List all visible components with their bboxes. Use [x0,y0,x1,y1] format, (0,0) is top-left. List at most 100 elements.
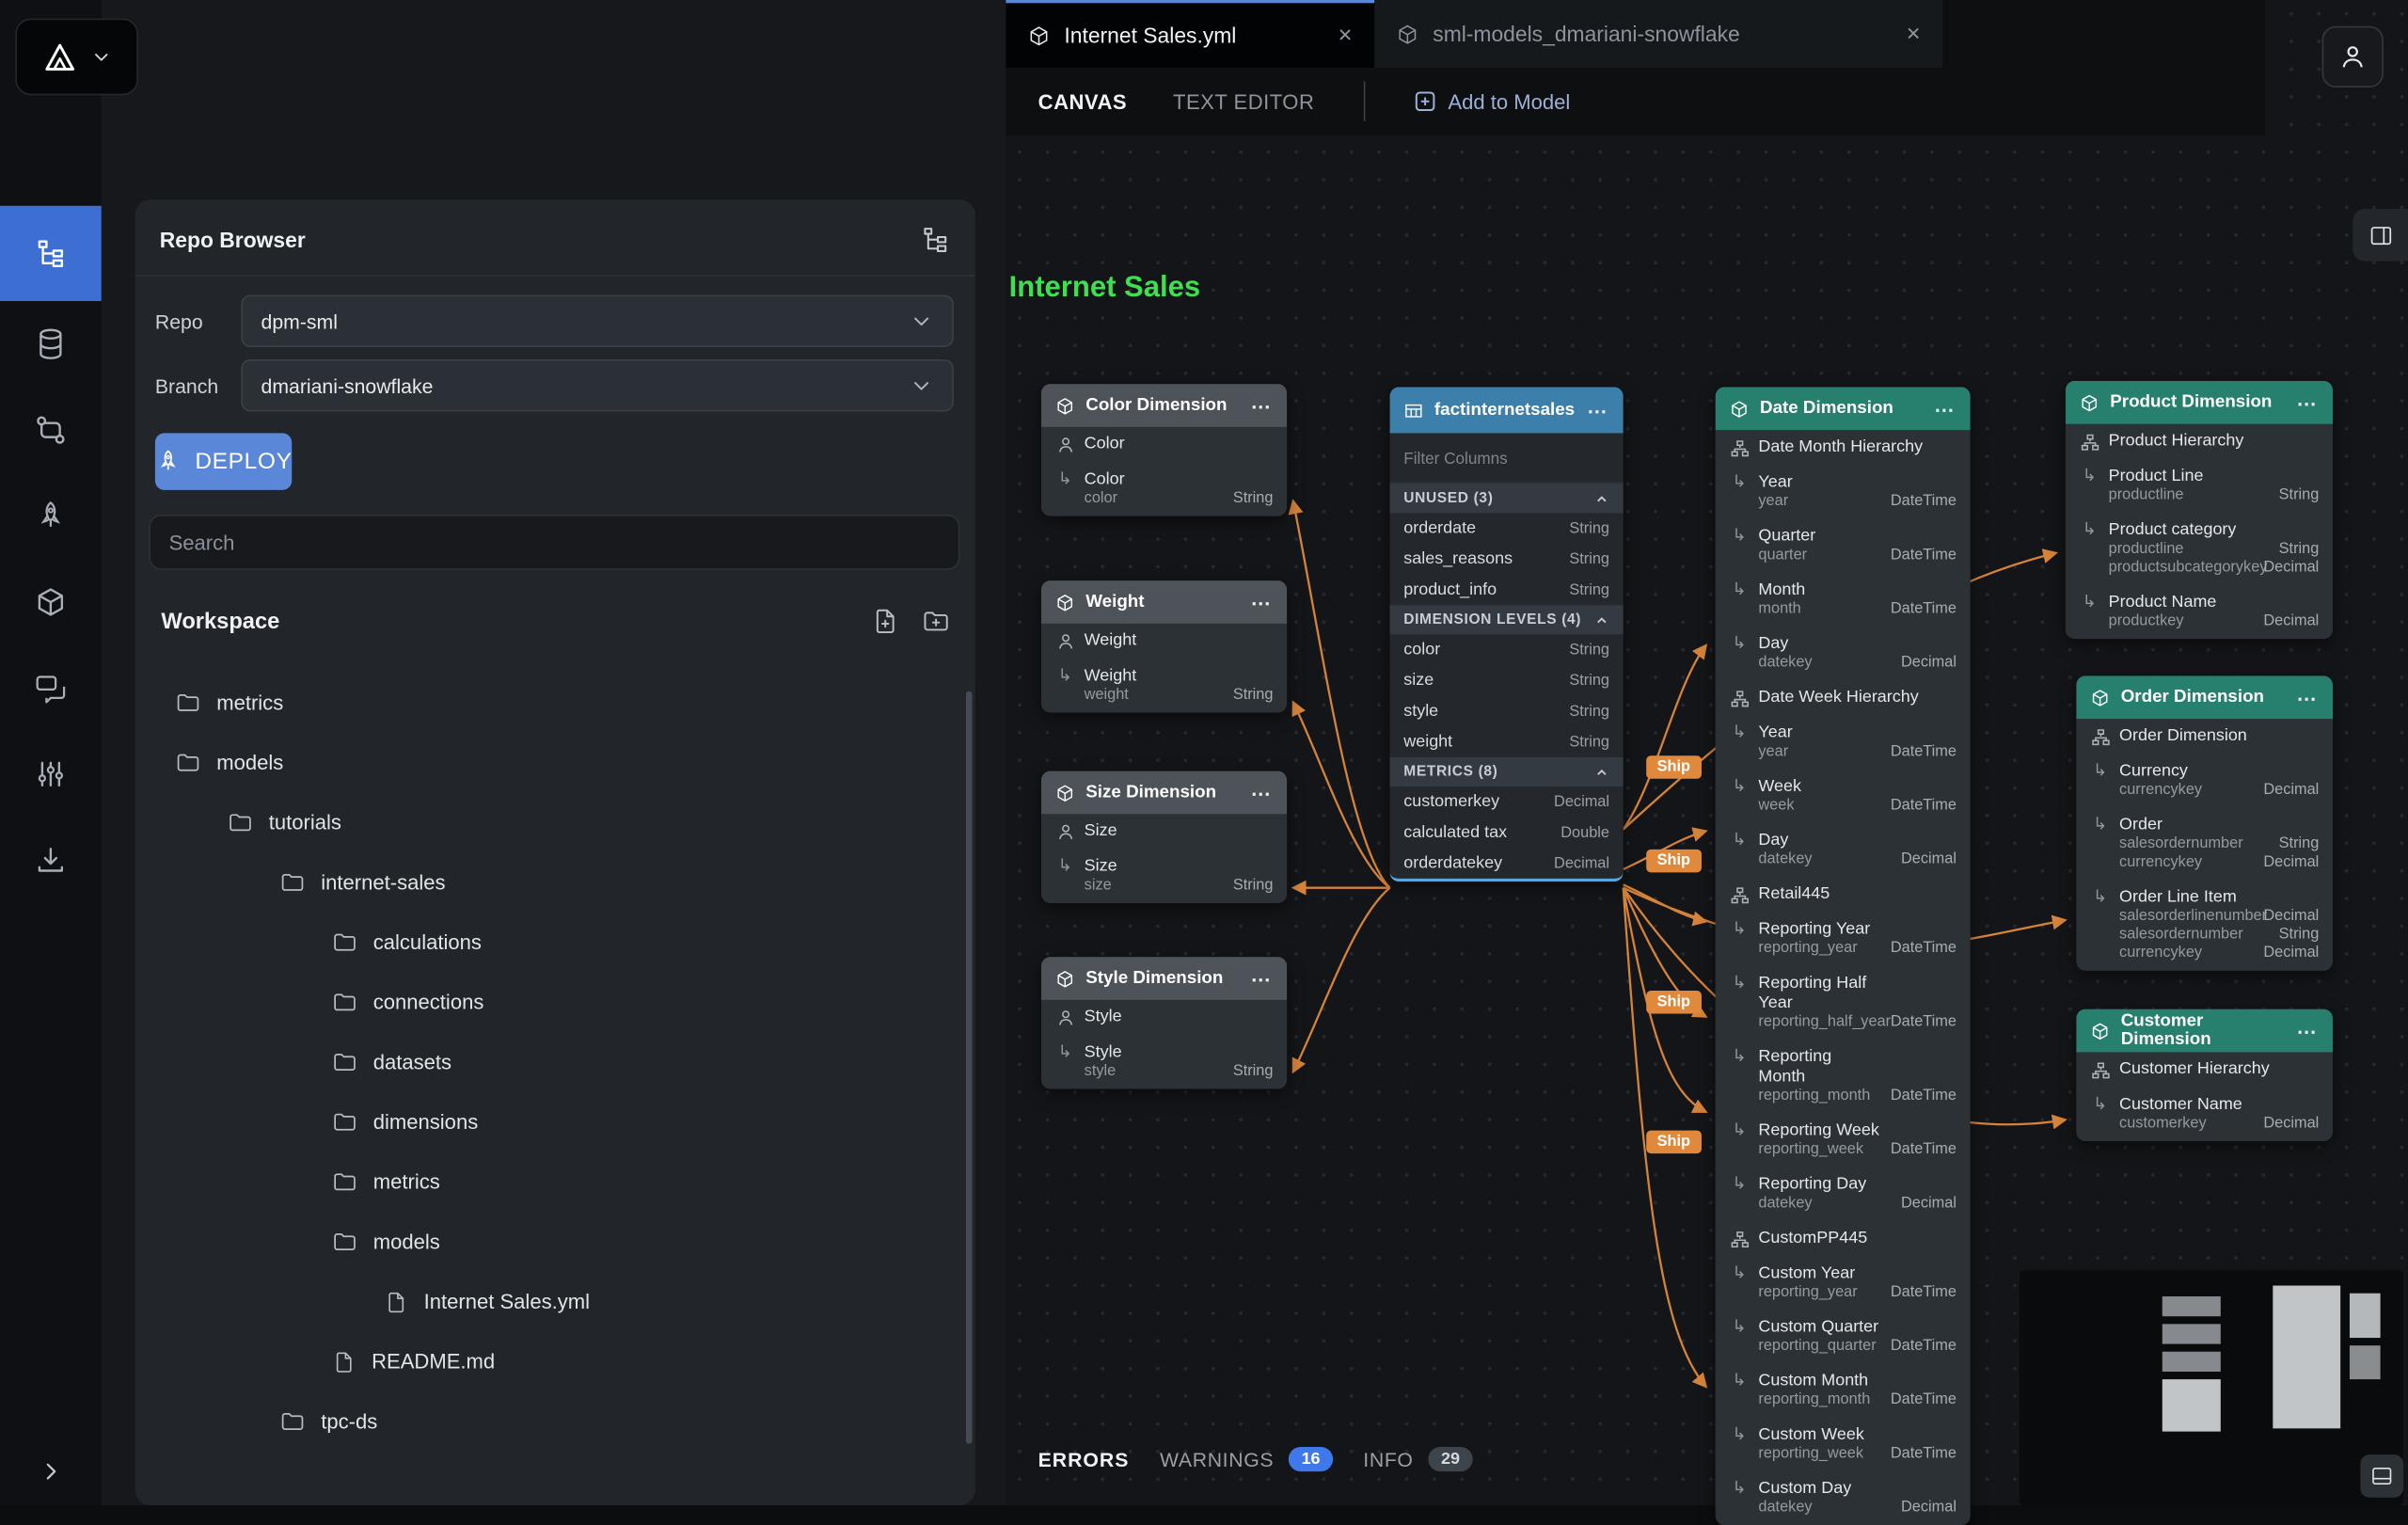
tree-item[interactable]: models [135,1212,975,1272]
model-canvas[interactable]: Internet Sales [1006,0,2408,1505]
node-order-dimension[interactable]: Order Dimension ⋯ ↳ Order Dimension ↳ Cu… [2076,675,2333,970]
new-file-button[interactable] [871,607,900,636]
node-menu-button[interactable]: ⋯ [1251,395,1274,415]
node-row[interactable]: ↳ Reporting Monthreporting_month DateTim… [1716,1040,1971,1113]
fact-row[interactable]: DIMENSION LEVELS (4) [1390,605,1624,634]
node-style-dimension[interactable]: Style Dimension ⋯ ↳ Style ↳ Stylestyle [1041,957,1287,1088]
node-factinternetsales[interactable]: factinternetsales ⋯ UNUSED (3) orderdate… [1390,387,1624,882]
node-row[interactable]: ↳ Date Month Hierarchy [1716,430,1971,466]
node-row[interactable]: ↳ Style [1041,1000,1287,1036]
node-header[interactable]: Date Dimension ⋯ [1716,387,1971,430]
node-menu-button[interactable]: ⋯ [1251,968,1274,988]
node-weight-dimension[interactable]: Weight ⋯ ↳ Weight ↳ Weightweight String [1041,580,1287,712]
node-row[interactable]: ↳ Stylestyle String [1041,1035,1287,1088]
node-date-dimension[interactable]: Date Dimension ⋯ ↳ Date Month Hierarchy … [1716,387,1971,1525]
errors-filter[interactable]: ERRORS [1038,1448,1130,1470]
node-product-dimension[interactable]: Product Dimension ⋯ ↳ Product Hierarchy … [2066,381,2333,639]
node-menu-button[interactable]: ⋯ [1934,399,1956,419]
node-row[interactable]: ↳ Custom Monthreporting_month DateTime [1716,1364,1971,1418]
right-panel-toggle-button[interactable] [2353,209,2408,262]
node-row[interactable]: ↳ Customer Hierarchy [2076,1052,2333,1088]
node-row[interactable]: ↳ Product Nameproductkey Decimal [2066,585,2333,639]
fact-row[interactable]: size String [1390,665,1624,696]
node-header[interactable]: factinternetsales ⋯ [1390,387,1624,433]
close-icon[interactable]: ✕ [1325,24,1353,46]
node-menu-button[interactable]: ⋯ [2297,392,2320,412]
tree-item[interactable]: metrics [135,1152,975,1212]
node-row[interactable]: ↳ Size [1041,814,1287,850]
node-menu-button[interactable]: ⋯ [1251,592,1274,612]
close-icon[interactable]: ✕ [1893,23,1921,44]
nav-model-tree-button[interactable] [0,206,102,301]
warnings-filter[interactable]: WARNINGS 16 [1160,1447,1333,1471]
node-color-dimension[interactable]: Color Dimension ⋯ ↳ Color ↳ Colorcolor [1041,384,1287,516]
tree-item[interactable]: Internet Sales.yml [135,1272,975,1332]
node-customer-dimension[interactable]: Customer Dimension ⋯ ↳ Customer Hierarch… [2076,1009,2333,1141]
relationship-ship-badge[interactable]: Ship [1646,1131,1701,1153]
canvas-minimap[interactable] [2020,1270,2403,1505]
node-header[interactable]: Weight ⋯ [1041,580,1287,624]
tree-item[interactable]: internet-sales [135,852,975,913]
tree-item[interactable]: models [135,733,975,793]
node-header[interactable]: Style Dimension ⋯ [1041,957,1287,1000]
node-menu-button[interactable]: ⋯ [2297,688,2320,707]
node-row[interactable]: ↳ Date Week Hierarchy [1716,680,1971,716]
node-header[interactable]: Product Dimension ⋯ [2066,381,2333,424]
node-row[interactable]: ↳ Order Line Itemsalesorderlinenumber sa… [2076,881,2333,971]
nav-workflow-button[interactable] [0,387,102,472]
node-row[interactable]: ↳ Yearyear DateTime [1716,466,1971,519]
tree-item[interactable]: dimensions [135,1092,975,1152]
node-menu-button[interactable]: ⋯ [1587,400,1609,420]
node-row[interactable]: ↳ Product categoryproductline productsub… [2066,513,2333,585]
node-row[interactable]: ↳ Monthmonth DateTime [1716,573,1971,627]
node-header[interactable]: Size Dimension ⋯ [1041,771,1287,815]
node-row[interactable]: ↳ Customer Namecustomerkey Decimal [2076,1088,2333,1141]
node-row[interactable]: ↳ Reporting Half Yearreporting_half_year… [1716,966,1971,1040]
app-logo-menu[interactable] [15,19,138,96]
tab-sml-models[interactable]: sml-models_dmariani-snowflake ✕ [1374,0,1942,68]
node-row[interactable]: ↳ Weightweight String [1041,659,1287,712]
relationship-ship-badge[interactable]: Ship [1646,755,1701,778]
node-row[interactable]: ↳ Custom Daydatekey Decimal [1716,1471,1971,1525]
minimap-toggle-button[interactable] [2360,1454,2403,1498]
fact-row[interactable]: weight String [1390,726,1624,757]
fact-row[interactable]: UNUSED (3) [1390,484,1624,513]
repo-tree-icon[interactable] [920,224,951,255]
chevron-up-icon[interactable] [1594,491,1609,506]
node-header[interactable]: Color Dimension ⋯ [1041,384,1287,427]
node-row[interactable]: ↳ Order Dimension [2076,719,2333,755]
node-row[interactable]: ↳ Custom Weekreporting_week DateTime [1716,1418,1971,1471]
node-menu-button[interactable]: ⋯ [1251,783,1274,802]
chevron-up-icon[interactable] [1594,764,1609,779]
fact-row[interactable]: product_info String [1390,575,1624,606]
node-row[interactable]: ↳ Ordersalesordernumber currencykey Stri… [2076,808,2333,881]
nav-database-button[interactable] [0,301,102,387]
node-row[interactable]: ↳ Product Hierarchy [2066,424,2333,460]
new-folder-button[interactable] [922,607,951,636]
node-row[interactable]: ↳ Reporting Weekreporting_week DateTime [1716,1114,1971,1168]
tree-item[interactable]: calculations [135,913,975,973]
workspace-search-input[interactable] [169,531,941,553]
tree-item[interactable]: metrics [135,673,975,733]
repo-select[interactable]: dpm-sml [241,294,954,347]
add-to-model-button[interactable]: Add to Model [1414,90,1570,113]
node-row[interactable]: ↳ Product Lineproductline String [2066,459,2333,513]
fact-row[interactable]: customerkey Decimal [1390,786,1624,818]
node-row[interactable]: ↳ Yearyear DateTime [1716,716,1971,770]
node-row[interactable]: ↳ Sizesize String [1041,850,1287,903]
nav-settings-button[interactable] [0,731,102,817]
nav-deploy-button[interactable] [0,473,102,559]
fact-row[interactable]: color String [1390,634,1624,665]
tab-internet-sales-yml[interactable]: Internet Sales.yml ✕ [1006,0,1374,68]
nav-package-button[interactable] [0,559,102,644]
node-row[interactable]: ↳ Retail445 [1716,877,1971,913]
fact-row[interactable]: orderdate String [1390,513,1624,544]
deploy-button[interactable]: DEPLOY [155,433,293,489]
tab-canvas[interactable]: CANVAS [1038,90,1127,113]
fact-row[interactable]: calculated tax Double [1390,818,1624,849]
node-row[interactable]: ↳ Custom Yearreporting_year DateTime [1716,1257,1971,1311]
tree-scrollbar[interactable] [966,691,973,1444]
node-size-dimension[interactable]: Size Dimension ⋯ ↳ Size ↳ Sizesize Stri [1041,771,1287,903]
nav-import-button[interactable] [0,818,102,903]
rail-expand-button[interactable] [0,1438,102,1505]
